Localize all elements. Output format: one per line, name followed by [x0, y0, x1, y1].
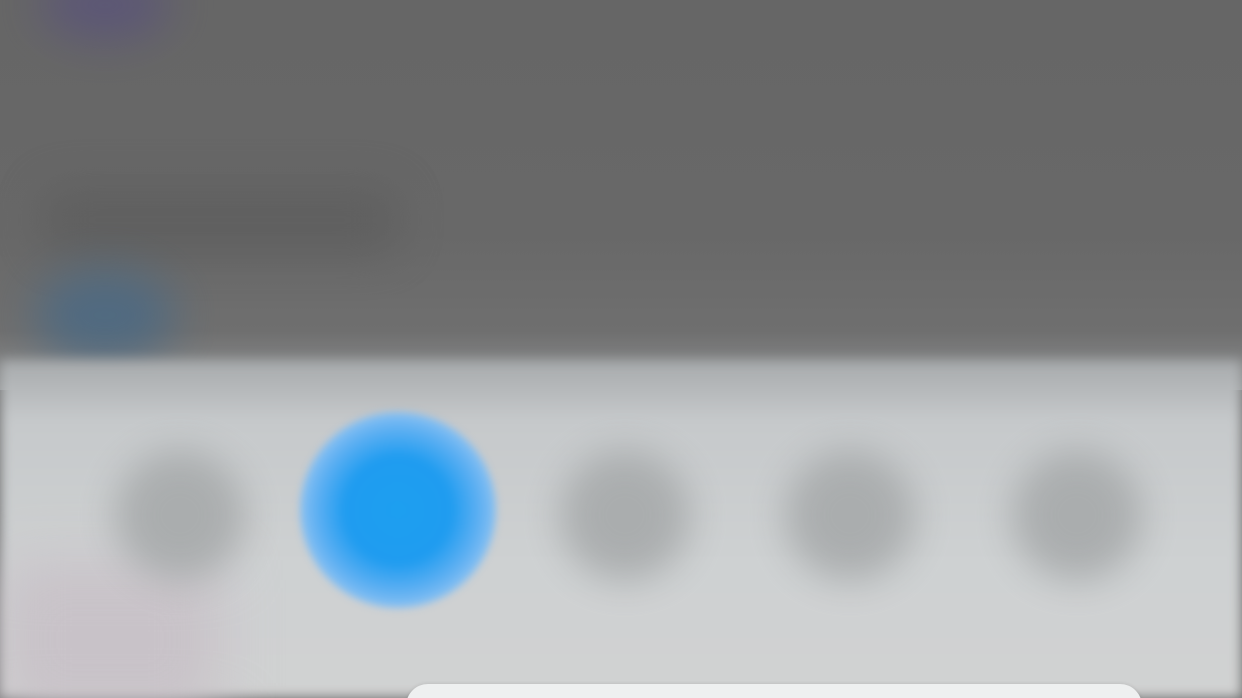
app-icon-1[interactable]	[115, 450, 245, 580]
blurred-avatar	[40, 0, 170, 40]
icon-row	[0, 400, 1242, 640]
blurred-content-row	[40, 185, 400, 255]
dimmed-background	[0, 0, 1242, 390]
blurred-thumbnail	[35, 270, 175, 360]
highlighted-app-icon[interactable]	[300, 412, 496, 608]
app-icon-4[interactable]	[785, 450, 915, 580]
screen	[0, 0, 1242, 698]
app-icon-5[interactable]	[1012, 450, 1142, 580]
bottom-sheet[interactable]	[406, 684, 1142, 698]
app-icon-3[interactable]	[560, 450, 690, 580]
